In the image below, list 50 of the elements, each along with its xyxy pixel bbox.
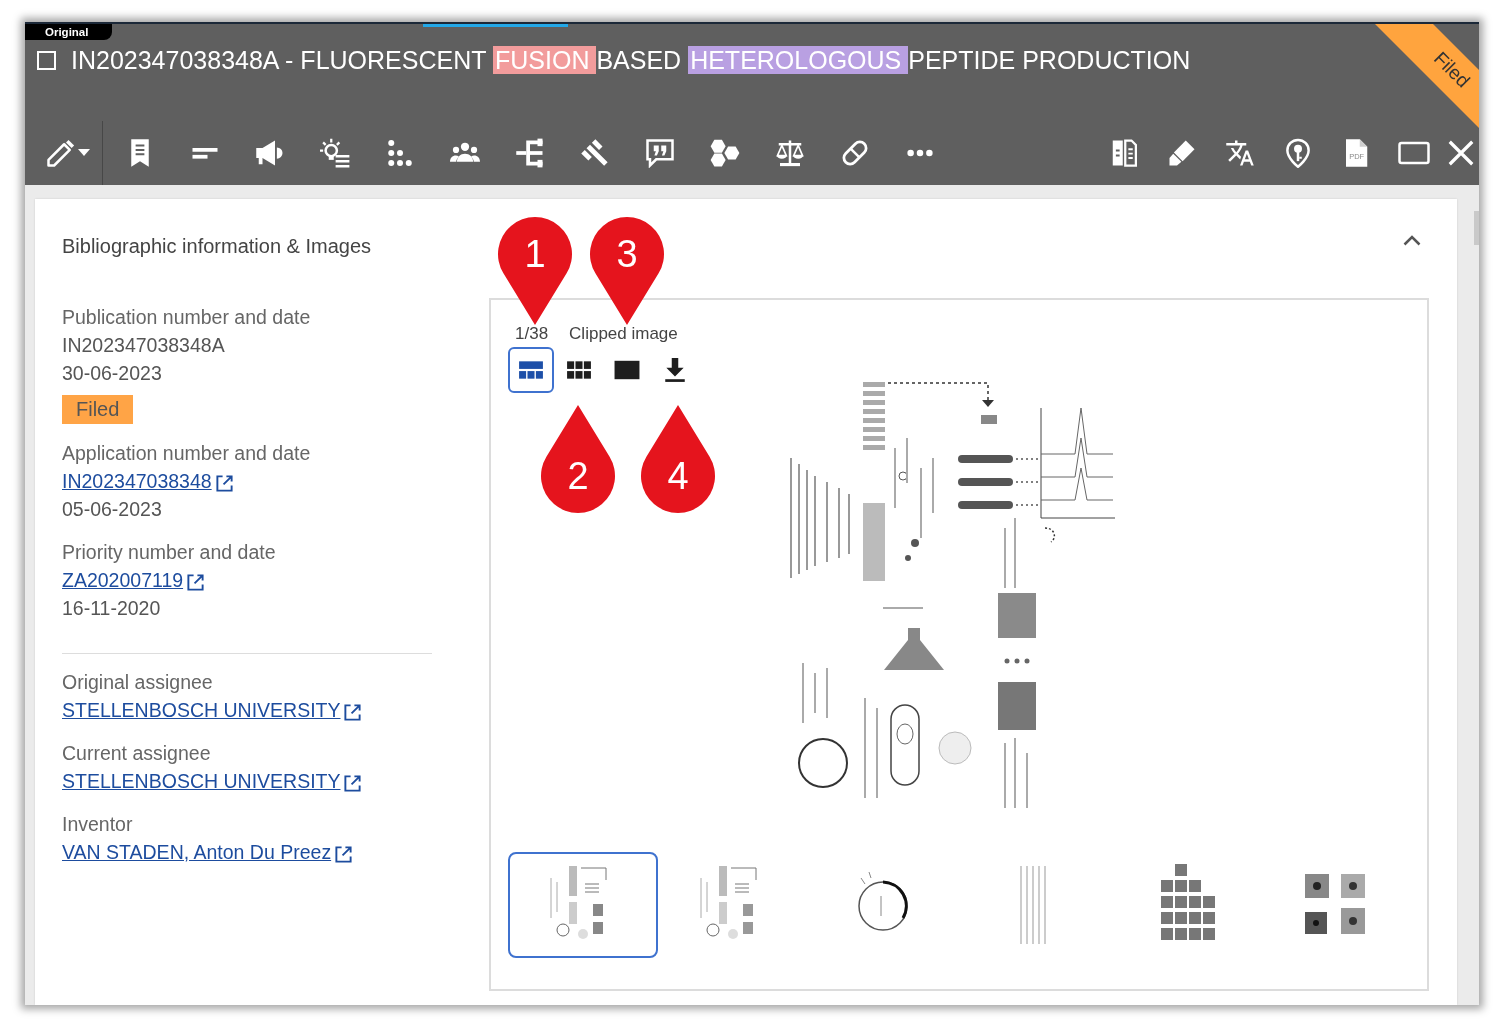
view-mode-button[interactable] [508, 347, 554, 393]
document-title: IN202347038348A - FLUORESCENT FUSION BASED HETEROLOGOUS PEPTIDE PRODUCTION [71, 45, 1191, 75]
gavel-icon[interactable] [579, 138, 610, 168]
external-link-icon [214, 473, 234, 493]
text-link[interactable]: STELLENBOSCH UNIVERSITY [62, 767, 363, 795]
hierarchy-icon[interactable] [514, 138, 545, 168]
caret-icon[interactable] [78, 149, 90, 157]
field-value: 16-11-2020 [62, 596, 161, 621]
balance-scale-icon[interactable] [774, 138, 805, 168]
external-link-icon [343, 702, 363, 722]
text-link[interactable]: IN202347038348 [62, 467, 234, 495]
text-link[interactable]: VAN STADEN, Anton Du Preez [62, 838, 354, 866]
megaphone-icon[interactable] [254, 138, 285, 168]
field-label: Current assignee [62, 741, 211, 766]
status-badge: Filed [62, 395, 134, 424]
field-value: 30-06-2023 [62, 361, 162, 386]
field-value: IN202347038348A [62, 333, 225, 358]
select-checkbox[interactable] [37, 50, 56, 70]
step-marker: 2 [540, 405, 616, 514]
location-pin-icon[interactable] [1283, 138, 1313, 168]
image-counter: 1/38 [515, 324, 549, 344]
source-label: Original [25, 24, 113, 40]
step-marker: 3 [589, 216, 665, 325]
step-marker: 1 [497, 216, 573, 325]
external-link-icon [343, 773, 363, 793]
chevron-up-icon [1403, 234, 1421, 246]
close-icon[interactable] [1446, 138, 1476, 168]
pencil-icon[interactable] [46, 138, 76, 168]
hexagons-icon[interactable] [709, 138, 740, 168]
field-label: Inventor [62, 812, 133, 837]
field-label: Priority number and date [62, 540, 276, 565]
text-link[interactable]: STELLENBOSCH UNIVERSITY [62, 696, 363, 724]
field-value: 05-06-2023 [62, 497, 162, 522]
field-label: Original assignee [62, 670, 213, 695]
text-link[interactable]: ZA202007119 [62, 566, 206, 594]
image-caption: Clipped image [569, 324, 678, 344]
section-title: Bibliographic information & Images [62, 234, 372, 258]
quote-bubble-icon[interactable] [644, 138, 675, 168]
thumbnail-button[interactable] [508, 852, 658, 958]
external-link-icon [334, 844, 354, 864]
field-label: Application number and date [62, 441, 311, 466]
lightbulb-list-icon[interactable] [319, 138, 350, 168]
external-link-icon [186, 572, 206, 592]
translate-icon[interactable] [1225, 138, 1255, 168]
download-icon [662, 357, 688, 383]
highlighter-icon[interactable] [1167, 138, 1197, 168]
scrollbar-thumb[interactable] [1474, 211, 1479, 245]
window-icon[interactable] [1398, 141, 1430, 165]
step-marker: 4 [640, 405, 716, 514]
field-label: Publication number and date [62, 305, 311, 330]
